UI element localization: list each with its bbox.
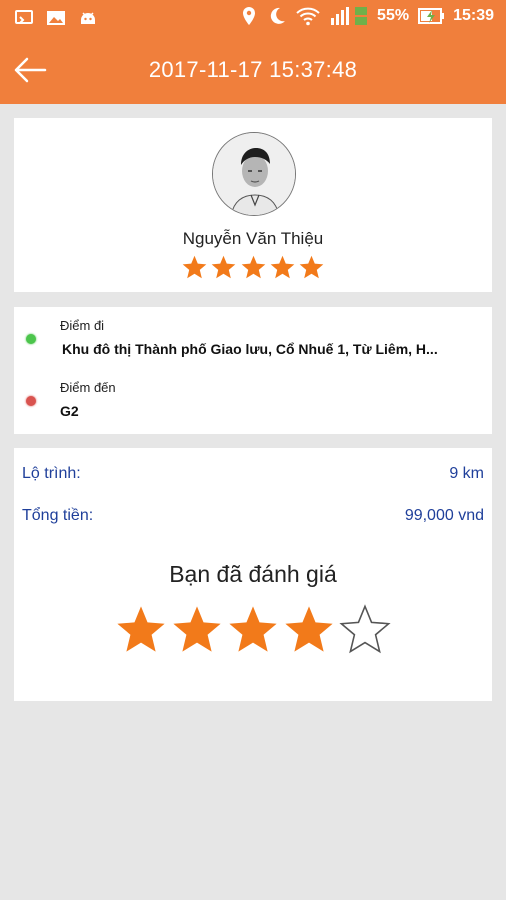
trip-summary-card: Lộ trình: 9 km Tổng tiền: 99,000 vnd Bạn… — [14, 448, 492, 701]
image-icon — [47, 11, 65, 25]
star-filled-icon — [211, 255, 236, 279]
star-filled-icon[interactable] — [170, 603, 224, 657]
driver-name: Nguyễn Văn Thiệu — [182, 229, 324, 248]
star-filled-icon — [300, 255, 324, 279]
star-filled-icon[interactable] — [282, 603, 336, 657]
dropoff-label: Điểm đến — [60, 380, 116, 395]
status-left-icons — [14, 8, 98, 28]
battery-charging-icon — [418, 8, 445, 24]
app-bar: 2017-11-17 15:37:48 — [0, 36, 506, 104]
android-icon — [81, 12, 95, 24]
location-icon — [243, 7, 256, 25]
driver-rating-stars — [14, 254, 492, 281]
status-bar: 55% 15:39 — [0, 0, 506, 36]
clock-time: 15:39 — [453, 7, 494, 24]
total-label: Tổng tiền: — [22, 507, 94, 524]
star-filled-icon[interactable] — [226, 603, 280, 657]
star-empty-icon[interactable] — [338, 603, 392, 657]
driver-avatar — [212, 132, 296, 216]
avatar-image — [213, 133, 295, 215]
moon-icon — [270, 7, 286, 24]
pickup-address: Khu đô thị Thành phố Giao lưu, Cổ Nhuế 1… — [62, 341, 438, 357]
user-rating-stars[interactable] — [14, 603, 492, 657]
trip-datetime-title: 2017-11-17 15:37:48 — [148, 57, 358, 82]
driver-card: Nguyễn Văn Thiệu — [14, 118, 492, 292]
pickup-dot-icon — [26, 334, 36, 344]
star-filled-icon — [241, 255, 265, 279]
battery-percent: 55% — [377, 7, 410, 24]
cast-icon — [15, 10, 33, 24]
star-filled-icon — [270, 255, 295, 279]
star-filled-icon[interactable] — [114, 603, 168, 657]
pickup-label: Điểm đi — [60, 318, 105, 333]
distance-label: Lộ trình: — [22, 465, 81, 482]
distance-value: 9 km — [449, 465, 484, 482]
star-filled-icon — [182, 255, 206, 279]
status-right-icons: 55% 15:39 — [239, 6, 494, 26]
dropoff-address: G2 — [60, 403, 79, 419]
signal-icon — [331, 7, 368, 25]
rating-title: Bạn đã đánh giá — [169, 561, 337, 587]
dropoff-dot-icon — [26, 396, 36, 406]
total-value: 99,000 vnd — [404, 507, 484, 524]
route-card: Điểm đi Khu đô thị Thành phố Giao lưu, C… — [14, 307, 492, 434]
wifi-icon — [296, 7, 320, 26]
